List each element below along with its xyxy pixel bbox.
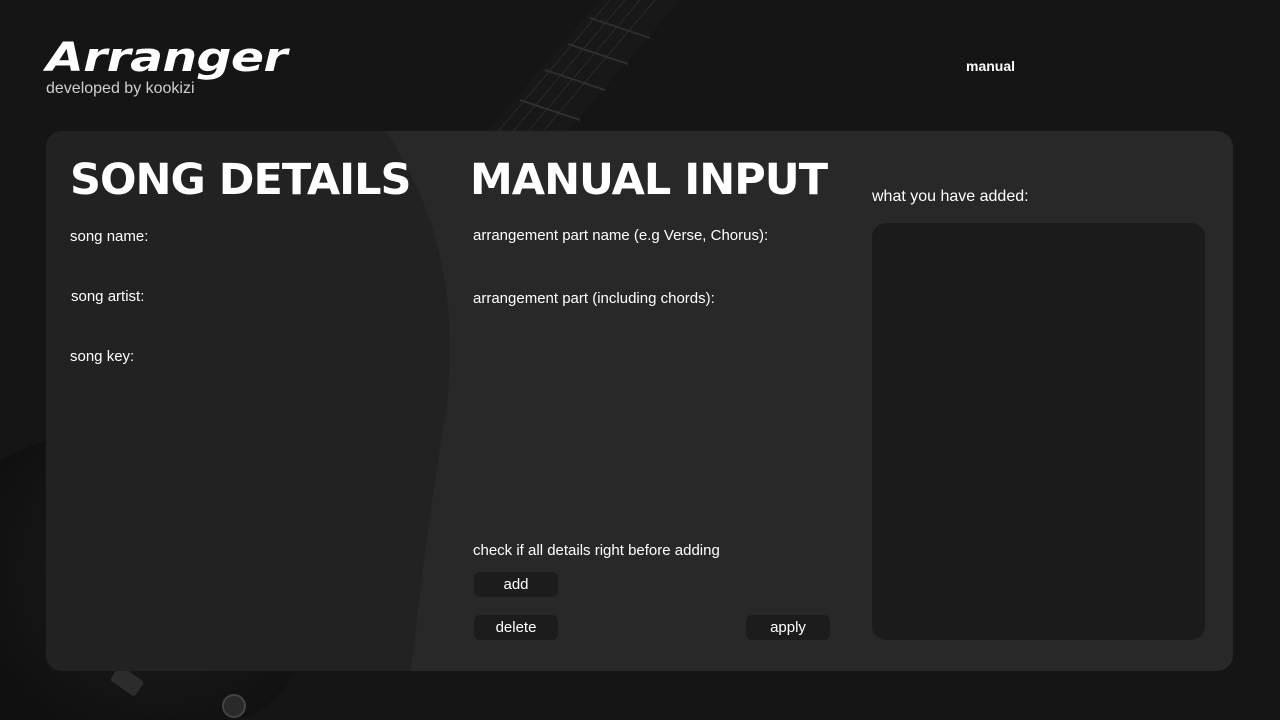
nav-manual-link[interactable]: manual xyxy=(966,58,1015,74)
app-title: Arranger xyxy=(46,35,287,81)
delete-button[interactable]: delete xyxy=(474,615,558,640)
brand: Arranger developed by kookizi xyxy=(46,36,287,98)
added-list-box[interactable] xyxy=(872,223,1205,640)
song-details-heading: SONG DETAILS xyxy=(70,155,411,205)
song-name-label: song name: xyxy=(70,228,149,245)
part-name-label: arrangement part name (e.g Verse, Chorus… xyxy=(473,227,769,244)
check-note: check if all details right before adding xyxy=(473,542,720,559)
main-panel: SONG DETAILS song name: song artist: son… xyxy=(46,131,1233,671)
added-label: what you have added: xyxy=(872,188,1029,205)
song-key-label: song key: xyxy=(70,348,135,365)
song-artist-label: song artist: xyxy=(71,288,145,305)
apply-button[interactable]: apply xyxy=(746,615,830,640)
add-button[interactable]: add xyxy=(474,572,558,597)
app-subtitle: developed by kookizi xyxy=(46,80,195,97)
panel-guitar-silhouette xyxy=(46,131,450,671)
part-label: arrangement part (including chords): xyxy=(473,290,715,307)
manual-input-heading: MANUAL INPUT xyxy=(470,155,828,205)
